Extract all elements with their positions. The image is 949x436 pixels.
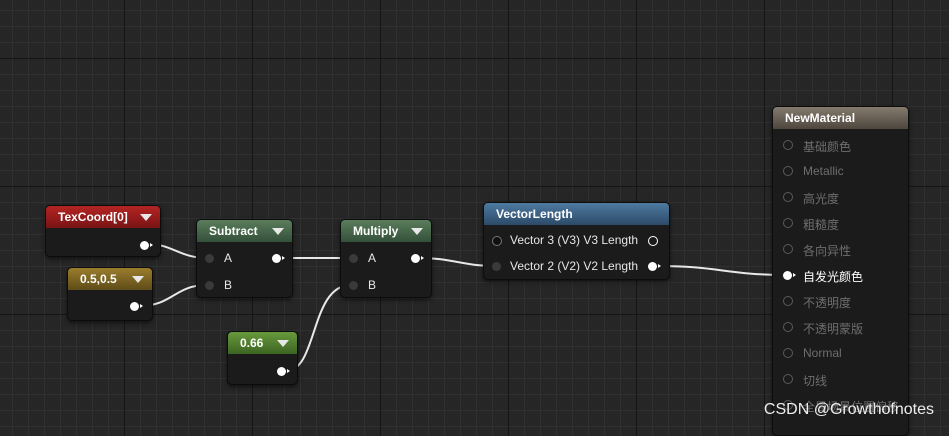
texcoord-title: TexCoord[0] (58, 210, 128, 224)
multiply-node[interactable]: Multiply A B (340, 219, 432, 298)
opacity-mask-label: 不透明蒙版 (803, 322, 864, 336)
vectorlength-v2-output-pin[interactable] (648, 262, 661, 271)
vectorlength-header[interactable]: VectorLength (484, 203, 669, 225)
wire-vectorlength-to-emissive (656, 265, 790, 276)
collapse-arrow-icon[interactable] (277, 340, 289, 347)
texcoord-output-pin[interactable] (140, 241, 153, 250)
collapse-arrow-icon[interactable] (140, 214, 152, 221)
collapse-arrow-icon[interactable] (411, 228, 423, 235)
collapse-arrow-icon[interactable] (272, 228, 284, 235)
vectorlength-v2-input-pin[interactable] (492, 262, 501, 271)
base-color-label: 基础颜色 (803, 140, 852, 154)
constant1-header[interactable]: 0.66 (228, 332, 297, 354)
material-header[interactable]: NewMaterial (773, 107, 908, 129)
collapse-arrow-icon[interactable] (132, 276, 144, 283)
texcoord-node[interactable]: TexCoord[0] (45, 205, 161, 257)
multiply-input-b-pin[interactable] (349, 281, 358, 290)
subtract-input-b-label: B (224, 278, 233, 292)
emissive-color-pin[interactable] (783, 271, 796, 280)
constant2-header[interactable]: 0.5,0.5 (68, 268, 152, 290)
tangent-pin[interactable] (783, 374, 793, 384)
specular-pin[interactable] (783, 192, 793, 202)
subtract-output-pin[interactable] (272, 254, 285, 263)
subtract-input-b-pin[interactable] (205, 281, 214, 290)
material-node[interactable]: NewMaterial 基础颜色 Metallic 高光度 粗糙度 各向异性 自… (772, 106, 909, 436)
opacity-pin[interactable] (783, 296, 793, 306)
metallic-pin[interactable] (783, 166, 793, 176)
vectorlength-v3-output-pin[interactable] (648, 236, 658, 246)
multiply-output-pin[interactable] (411, 254, 424, 263)
multiply-input-a-label: A (368, 251, 377, 265)
subtract-title: Subtract (209, 224, 258, 238)
subtract-input-a-label: A (224, 251, 233, 265)
anisotropy-label: 各向异性 (803, 244, 852, 258)
roughness-label: 粗糙度 (803, 218, 840, 232)
multiply-input-b-label: B (368, 278, 377, 292)
constant1-node[interactable]: 0.66 (227, 331, 298, 385)
opacity-mask-pin[interactable] (783, 322, 793, 332)
constant2-node[interactable]: 0.5,0.5 (67, 267, 153, 321)
opacity-label: 不透明度 (803, 296, 852, 310)
multiply-header[interactable]: Multiply (341, 220, 431, 242)
constant2-output-pin[interactable] (130, 302, 143, 311)
normal-pin[interactable] (783, 348, 793, 358)
specular-label: 高光度 (803, 192, 840, 206)
roughness-pin[interactable] (783, 218, 793, 228)
subtract-header[interactable]: Subtract (197, 220, 292, 242)
vectorlength-title: VectorLength (496, 207, 573, 221)
material-title: NewMaterial (785, 111, 856, 125)
base-color-pin[interactable] (783, 140, 793, 150)
vectorlength-v2-label: Vector 2 (V2) V2 Length (510, 259, 639, 273)
vectorlength-v3-input-pin[interactable] (492, 236, 502, 246)
subtract-input-a-pin[interactable] (205, 254, 214, 263)
vectorlength-v3-label: Vector 3 (V3) V3 Length (510, 233, 639, 247)
tangent-label: 切线 (803, 374, 828, 388)
constant1-title: 0.66 (240, 336, 264, 350)
emissive-color-label: 自发光颜色 (803, 270, 864, 284)
metallic-label: Metallic (803, 164, 844, 178)
texcoord-header[interactable]: TexCoord[0] (46, 206, 160, 228)
multiply-title: Multiply (353, 224, 399, 238)
subtract-node[interactable]: Subtract A B (196, 219, 293, 298)
multiply-input-a-pin[interactable] (349, 254, 358, 263)
watermark: CSDN @Growthofnotes (763, 401, 934, 418)
constant1-output-pin[interactable] (277, 367, 290, 376)
constant2-title: 0.5,0.5 (80, 272, 117, 286)
anisotropy-pin[interactable] (783, 244, 793, 254)
vectorlength-node[interactable]: VectorLength Vector 3 (V3) V3 Length Vec… (483, 202, 670, 280)
normal-label: Normal (803, 346, 842, 360)
